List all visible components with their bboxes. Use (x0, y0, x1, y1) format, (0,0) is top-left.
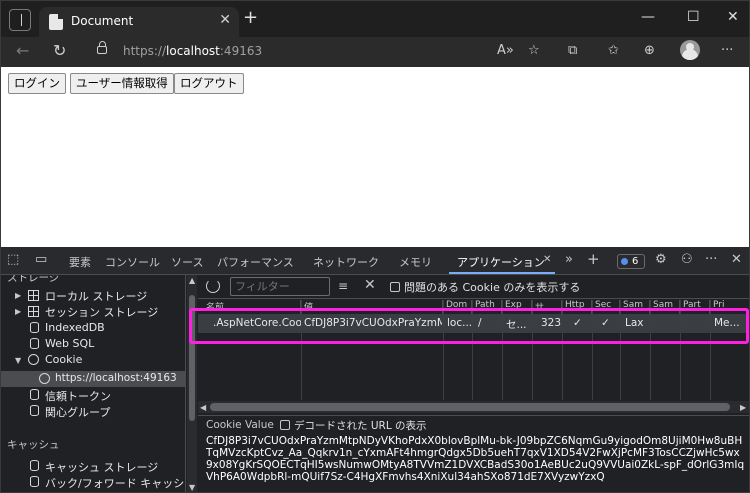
close-window-icon[interactable]: ✕ (727, 9, 739, 25)
database-icon (30, 338, 39, 349)
sidebar-item-trust-tokens[interactable]: 信頼トークン (45, 388, 111, 404)
page-content: ログイン ユーザー情報取得 ログアウト (1, 67, 749, 247)
cookie-icon (28, 354, 39, 365)
decode-url-label: デコードされた URL の表示 (294, 420, 427, 432)
database-icon (30, 405, 39, 416)
document-icon (49, 14, 63, 30)
expand-arrow-icon[interactable]: ▶ (15, 307, 21, 316)
clear-filtered-icon[interactable]: ≡ (338, 279, 348, 293)
issues-only-checkbox[interactable] (390, 282, 400, 292)
tab-application[interactable]: アプリケーション (457, 254, 545, 270)
tab-performance[interactable]: パフォーマンス (217, 254, 294, 270)
tab-strip: Document ✕ + — ☐ ✕ (1, 1, 749, 37)
tab-close-icon[interactable]: ✕ (219, 12, 231, 28)
sidebar-item-bfcache[interactable]: バック/フォワード キャッシュ (45, 475, 185, 491)
sidebar-item-cache-storage[interactable]: キャッシュ ストレージ (45, 459, 158, 475)
database-icon (30, 322, 39, 333)
browser-tab[interactable]: Document ✕ (39, 7, 239, 37)
sidebar-item-cookie[interactable]: Cookie (45, 353, 82, 366)
tab-network[interactable]: ネットワーク (313, 254, 379, 270)
expand-arrow-icon[interactable]: ▶ (15, 291, 21, 300)
more-options-icon[interactable]: ··· (705, 253, 717, 267)
logout-button[interactable]: ログアウト (174, 73, 244, 94)
lock-icon[interactable] (97, 41, 107, 54)
address-bar[interactable]: https://localhost:49163 (83, 39, 553, 65)
decode-url-checkbox[interactable] (280, 420, 290, 430)
minimize-icon[interactable]: — (641, 9, 655, 25)
collections-icon[interactable]: ⊕ (644, 44, 655, 58)
add-favorite-icon[interactable]: ☆ (528, 44, 540, 58)
application-sidebar: ストレージ ▶ ローカル ストレージ ▶ セッション ストレージ Indexed… (1, 275, 186, 492)
table-scrollbar-thumb[interactable] (210, 403, 730, 411)
browser-toolbar: ← ↻ https://localhost:49163 A» ☆ ⧉ ✩ ⊕ ·… (1, 37, 749, 67)
sidebar-item-cookie-origin[interactable]: https://localhost:49163 (55, 372, 177, 384)
scroll-down-icon[interactable]: ▼ (189, 483, 195, 492)
tab-close-icon[interactable]: ✕ (543, 254, 551, 265)
cookie-value-text[interactable]: CfDJ8P3i7vCUOdxPraYzmMtpNDyVKhoPdxX0blov… (206, 435, 746, 483)
tab-memory[interactable]: メモリ (399, 254, 432, 270)
cache-header: キャッシュ (7, 439, 60, 451)
url-text[interactable]: https://localhost:49163 (123, 44, 262, 58)
sidebar-item-interest-groups[interactable]: 関心グループ (45, 404, 110, 420)
profile-icon[interactable] (680, 40, 700, 60)
more-icon[interactable]: ··· (721, 44, 733, 58)
close-devtools-icon[interactable]: ✕ (731, 253, 742, 267)
new-tab-icon[interactable]: + (243, 8, 258, 28)
browser-window: Document ✕ + — ☐ ✕ ← ↻ https://localhost… (0, 0, 750, 493)
tab-console[interactable]: コンソール (105, 254, 160, 270)
device-emulation-icon[interactable]: ▭ (35, 253, 47, 267)
inspect-icon[interactable]: ⬚ (7, 253, 19, 267)
sidebar-item-indexeddb[interactable]: IndexedDB (45, 321, 105, 334)
cookie-value-header: Cookie Value デコードされた URL の表示 (198, 415, 749, 432)
get-user-info-button[interactable]: ユーザー情報取得 (70, 73, 174, 94)
maximize-icon[interactable]: ☐ (687, 9, 700, 25)
scroll-left-icon[interactable]: ◀ (200, 403, 206, 412)
scroll-right-icon[interactable]: ▶ (740, 403, 746, 412)
grid-icon (28, 306, 39, 317)
sidebar-item-websql[interactable]: Web SQL (45, 337, 94, 350)
refresh-icon[interactable]: ↻ (53, 42, 66, 60)
active-tab-indicator (449, 272, 555, 274)
read-aloud-icon[interactable]: A» (497, 44, 514, 58)
grid-icon (28, 290, 39, 301)
cookie-value-title: Cookie Value (206, 419, 274, 431)
database-icon (30, 389, 39, 400)
add-panel-icon[interactable]: + (587, 250, 600, 268)
more-tabs-icon[interactable]: » (565, 252, 573, 267)
cookie-filter-input[interactable] (230, 277, 330, 296)
database-icon (30, 460, 39, 471)
customize-icon[interactable]: ⚇ (681, 253, 693, 267)
collapse-arrow-icon[interactable]: ▼ (15, 356, 21, 365)
settings-gear-icon[interactable]: ⚙ (655, 253, 667, 267)
highlight-box (189, 308, 749, 344)
tab-elements[interactable]: 要素 (69, 254, 91, 270)
tab-title: Document (71, 14, 134, 28)
sidebar-item-local-storage[interactable]: ローカル ストレージ (45, 288, 147, 304)
favorites-icon[interactable]: ✩ (608, 44, 619, 58)
scroll-up-icon[interactable]: ▲ (189, 276, 195, 285)
cookie-icon (39, 373, 50, 384)
database-icon (30, 476, 39, 487)
back-icon[interactable]: ← (16, 42, 29, 60)
clear-all-cookies-icon[interactable]: ✕ (364, 277, 376, 293)
login-button[interactable]: ログイン (8, 73, 66, 94)
tab-actions-icon[interactable] (9, 9, 31, 31)
devtools-tabbar: ⬚ ▭ 要素 コンソール ソース パフォーマンス ネットワーク メモリ アプリケ… (1, 247, 749, 275)
issues-badge[interactable]: 6 (617, 254, 645, 269)
extensions-icon[interactable]: ⧉ (568, 44, 577, 58)
devtools-panel: ⬚ ▭ 要素 コンソール ソース パフォーマンス ネットワーク メモリ アプリケ… (1, 247, 749, 492)
refresh-cookies-icon[interactable] (206, 279, 220, 293)
sidebar-item-session-storage[interactable]: セッション ストレージ (45, 304, 158, 320)
tab-sources[interactable]: ソース (171, 254, 203, 270)
cookie-filter-bar: ≡ ✕ 問題のある Cookie のみを表示する (198, 275, 749, 299)
issues-only-label: 問題のある Cookie のみを表示する (404, 281, 581, 294)
storage-header: ストレージ (7, 275, 60, 284)
